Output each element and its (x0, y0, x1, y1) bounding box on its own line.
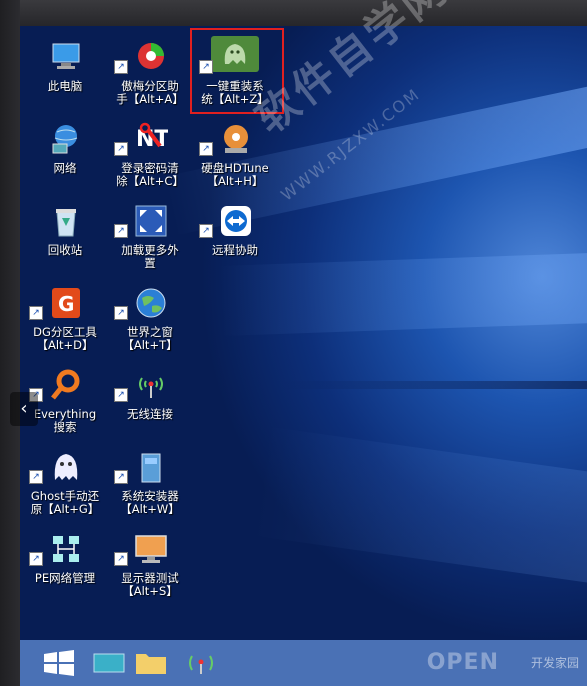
start-button-windows-icon[interactable] (40, 646, 78, 680)
shortcut-arrow-icon: ↗ (114, 306, 128, 320)
desktop-icon-teamviewer[interactable]: ↗ 远程协助 (195, 198, 275, 280)
monitor-bezel-top (0, 0, 587, 26)
desktop-icon-monitor-test[interactable]: ↗ 显示器测试 【Alt+S】 (110, 526, 190, 608)
monitor-bezel-left (0, 0, 20, 686)
desktop-icon-diskgenius[interactable]: G ↗ DG分区工具 【Alt+D】 (25, 280, 105, 362)
icon-label-2: 除【Alt+C】 (116, 174, 184, 188)
taskbar-folder-icon[interactable] (132, 646, 170, 680)
icon-label-2: 【Alt+W】 (120, 502, 180, 516)
icon-label: 远程协助 (212, 243, 258, 257)
diskgenius-icon: G (52, 288, 80, 318)
icon-label: 傲梅分区助 (121, 79, 179, 93)
load-external-icon (135, 205, 167, 237)
desktop-icon-browser[interactable]: ↗ 世界之窗 【Alt+T】 (110, 280, 190, 362)
desktop-icon-partition-assistant[interactable]: ↗ 傲梅分区助 手【Alt+A】 (110, 34, 190, 116)
prev-image-arrow[interactable]: ‹ (10, 392, 38, 426)
icon-label: 网络 (53, 161, 77, 175)
icon-label: PE网络管理 (34, 571, 96, 585)
site-logo: OPEN (426, 650, 499, 675)
system-installer-icon (141, 453, 161, 483)
teamviewer-icon (221, 206, 251, 236)
shortcut-arrow-icon: ↗ (114, 142, 128, 156)
desktop-icon-ghost-manual[interactable]: ↗ Ghost手动还 原【Alt+G】 (25, 444, 105, 526)
computer-icon (52, 43, 80, 69)
site-logo-sub: 开发家园 (530, 656, 579, 670)
password-clear-icon: NT (136, 122, 168, 152)
shortcut-arrow-icon: ↗ (199, 142, 213, 156)
icon-label-2: 【Alt+D】 (36, 338, 94, 352)
shortcut-arrow-icon: ↗ (114, 60, 128, 74)
desktop-icon-recycle-bin[interactable]: 回收站 (25, 198, 105, 280)
icon-label-2: 搜索 (53, 420, 77, 434)
icon-label: Ghost手动还 (30, 489, 100, 503)
shortcut-arrow-icon: ↗ (29, 470, 43, 484)
desktop-icon-hdtune[interactable]: ↗ 硬盘HDTune 【Alt+H】 (195, 116, 275, 198)
shortcut-arrow-icon: ↗ (114, 470, 128, 484)
icon-label: 无线连接 (127, 407, 173, 421)
desktop-icon-pe-network[interactable]: ↗ PE网络管理 (25, 526, 105, 608)
desktop-icon-password-clear[interactable]: NT ↗ 登录密码清 除【Alt+C】 (110, 116, 190, 198)
pe-network-icon (53, 536, 79, 562)
shortcut-arrow-icon: ↗ (114, 224, 128, 238)
icon-label: 世界之窗 (127, 325, 173, 339)
browser-globe-icon (136, 288, 166, 318)
shortcut-arrow-icon: ↗ (199, 224, 213, 238)
desktop-icon-network[interactable]: 网络 (25, 116, 105, 198)
icon-label: Everything (33, 407, 97, 421)
desktop-icon-load-external[interactable]: ↗ 加载更多外置 (110, 198, 190, 280)
hdtune-icon (224, 125, 248, 153)
wireless-icon (139, 377, 163, 398)
everything-search-icon (51, 369, 80, 400)
shortcut-arrow-icon: ↗ (114, 552, 128, 566)
icon-label: 系统安装器 (121, 489, 179, 503)
monitor-test-icon (135, 535, 167, 563)
icon-label-2: 原【Alt+G】 (30, 502, 100, 516)
ghost-manual-icon (54, 454, 78, 480)
desktop-icon-system-installer[interactable]: ↗ 系统安装器 【Alt+W】 (110, 444, 190, 526)
shortcut-arrow-icon: ↗ (29, 552, 43, 566)
shortcut-arrow-icon: ↗ (29, 306, 43, 320)
icon-label: 此电脑 (47, 79, 83, 93)
shortcut-arrow-icon: ↗ (114, 388, 128, 402)
icon-label: 登录密码清 (121, 161, 179, 175)
network-icon (52, 125, 78, 154)
partition-assistant-icon (138, 43, 164, 69)
desktop-icon-wireless[interactable]: ↗ 无线连接 (110, 362, 190, 444)
wallpaper-beam (280, 381, 587, 389)
taskbar: OPEN 开发家园 (20, 640, 587, 686)
recycle-bin-icon (56, 209, 76, 237)
icon-label-2: 【Alt+T】 (122, 338, 178, 352)
icon-label: 加载更多外 (121, 243, 179, 257)
icon-label-2: 【Alt+H】 (206, 174, 264, 188)
taskbar-wireless-icon[interactable] (182, 646, 220, 680)
icon-label-2: 手【Alt+A】 (116, 92, 184, 106)
icon-label-2: 【Alt+S】 (122, 584, 178, 598)
taskbar-display-icon[interactable] (90, 646, 128, 680)
icon-label: 回收站 (47, 243, 83, 257)
icon-label: 硬盘HDTune (201, 161, 269, 175)
icon-label-2: 置 (144, 256, 156, 270)
icon-label: 显示器测试 (121, 571, 179, 585)
icon-label: DG分区工具 (33, 325, 97, 339)
desktop-icon-computer[interactable]: 此电脑 (25, 34, 105, 116)
svg-text:G: G (58, 292, 74, 316)
wallpaper-beam (252, 426, 587, 592)
